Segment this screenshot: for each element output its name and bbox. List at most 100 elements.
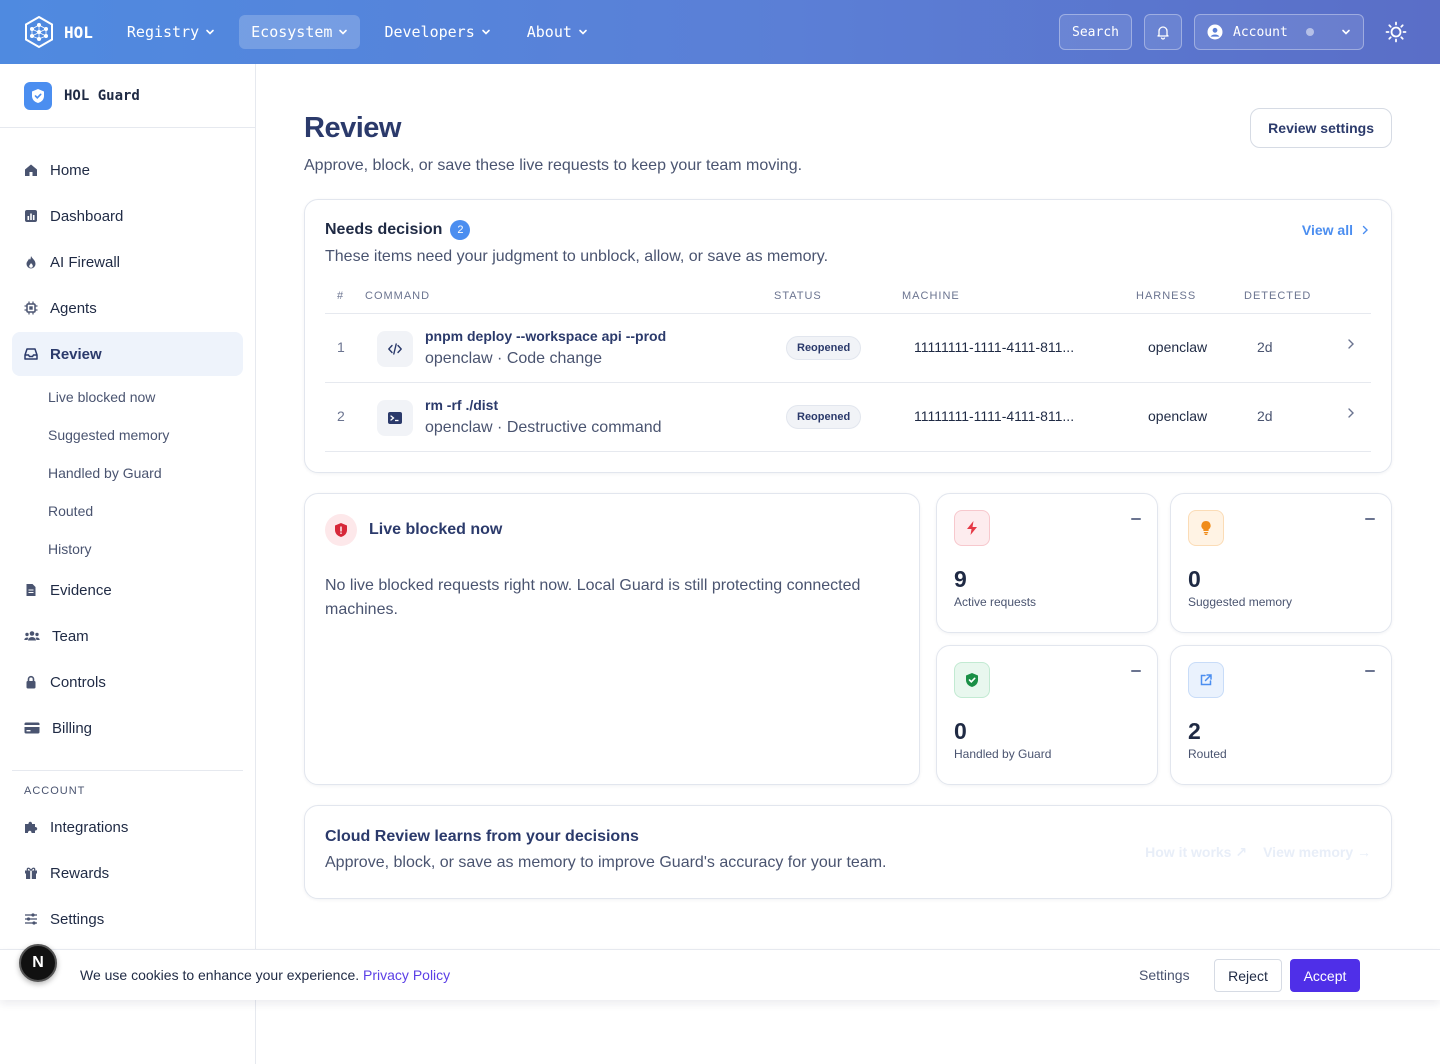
shield-icon	[24, 81, 52, 110]
code-icon	[377, 331, 413, 367]
sidebar-item-billing[interactable]: Billing	[12, 706, 243, 750]
cookie-accept-button[interactable]: Accept	[1290, 959, 1360, 992]
sidebar-item-team[interactable]: Team	[12, 614, 243, 658]
cookie-text: We use cookies to enhance your experienc…	[80, 967, 360, 983]
nav-ecosystem[interactable]: Ecosystem	[239, 15, 361, 49]
main-menu: Registry Ecosystem Developers About	[115, 15, 612, 49]
chevron-down-icon	[339, 29, 348, 35]
sidebar-divider	[12, 770, 243, 771]
sidebar-subitem-history[interactable]: History	[12, 530, 243, 568]
cookie-settings-button[interactable]: Settings	[1139, 967, 1190, 983]
page-title: Review	[304, 112, 401, 144]
machine-id: 11111111-1111-4111-811...	[914, 339, 1075, 355]
sidebar-subitem-live-blocked[interactable]: Live blocked now	[12, 378, 243, 416]
table-row[interactable]: 1 pnpm deploy --workspace api --prod ope…	[325, 314, 1371, 383]
sidebar-subitem-routed[interactable]: Routed	[12, 492, 243, 530]
view-memory-link[interactable]: View memory →	[1263, 844, 1371, 861]
page-subtitle: Approve, block, or save these live reque…	[304, 157, 803, 174]
nav-developers[interactable]: Developers	[372, 15, 502, 49]
nav-ecosystem-label: Ecosystem	[251, 23, 333, 41]
bell-icon	[1157, 26, 1169, 40]
sidebar-item-dashboard[interactable]: Dashboard	[12, 194, 243, 238]
shield-check-icon	[954, 662, 990, 698]
sidebar-item-label: Rewards	[50, 864, 110, 882]
privacy-policy-link[interactable]: Privacy Policy	[363, 967, 450, 983]
nav-actions: Search Account	[1059, 12, 1416, 52]
column-header-harness: HARNESS	[1136, 290, 1197, 302]
live-blocked-message: No live blocked requests right now. Loca…	[325, 577, 861, 618]
minus-icon[interactable]	[1365, 518, 1375, 520]
review-settings-button[interactable]: Review settings	[1250, 108, 1392, 148]
stat-value: 9	[954, 566, 967, 592]
sidebar-item-controls[interactable]: Controls	[12, 660, 243, 704]
cookie-reject-button[interactable]: Reject	[1214, 959, 1282, 992]
how-it-works-link[interactable]: How it works ↗	[1145, 844, 1247, 861]
stat-card-routed[interactable]: 2 Routed	[1170, 645, 1392, 785]
minus-icon[interactable]	[1365, 670, 1375, 672]
sidebar-item-label: Agents	[50, 299, 97, 317]
stat-label: Suggested memory	[1188, 595, 1293, 609]
gift-icon	[25, 867, 37, 879]
home-icon	[25, 164, 37, 176]
notifications-button[interactable]	[1144, 14, 1182, 50]
command-meta: openclaw · Code change	[425, 350, 603, 367]
sidebar-subitem-suggested-memory[interactable]: Suggested memory	[12, 416, 243, 454]
sidebar-item-rewards[interactable]: Rewards	[12, 851, 243, 895]
sidebar-item-ai-firewall[interactable]: AI Firewall	[12, 240, 243, 284]
view-all-label: View all	[1301, 222, 1353, 238]
table-row[interactable]: 2 rm -rf ./dist openclaw · Destructive c…	[325, 383, 1371, 452]
sidebar-brand[interactable]: HOL Guard	[0, 64, 255, 128]
chevron-right-icon[interactable]	[1347, 338, 1355, 350]
hol-logo[interactable]: HOL	[24, 16, 93, 48]
column-header-detected: DETECTED	[1244, 290, 1312, 302]
view-all-link[interactable]: View all	[1302, 222, 1369, 238]
chevron-down-icon	[206, 29, 214, 35]
sidebar-subitem-label: Routed	[48, 503, 94, 519]
cookie-banner: We use cookies to enhance your experienc…	[0, 949, 1440, 1000]
machine-id: 11111111-1111-4111-811...	[914, 408, 1075, 424]
detected-time: 2d	[1257, 408, 1273, 424]
document-icon	[26, 584, 36, 596]
sidebar-item-evidence[interactable]: Evidence	[12, 568, 243, 612]
bolt-icon	[954, 510, 990, 546]
lock-icon	[26, 675, 36, 689]
nav-registry[interactable]: Registry	[115, 15, 227, 49]
nav-about[interactable]: About	[515, 15, 600, 49]
account-label: Account	[1233, 24, 1288, 40]
sidebar-item-settings[interactable]: Settings	[12, 897, 243, 941]
minus-icon[interactable]	[1131, 518, 1141, 520]
detected-time: 2d	[1257, 339, 1273, 355]
account-button[interactable]: Account	[1194, 14, 1364, 50]
chevron-down-icon	[579, 29, 587, 35]
sidebar-subitem-handled-by-guard[interactable]: Handled by Guard	[12, 454, 243, 492]
chevron-down-icon	[1342, 29, 1350, 35]
flame-icon	[26, 256, 36, 269]
sidebar-subitem-label: Handled by Guard	[48, 465, 162, 481]
column-header-command: COMMAND	[365, 290, 431, 302]
nav-developers-label: Developers	[384, 23, 475, 41]
needs-decision-subtitle: These items need your judgment to unbloc…	[325, 248, 829, 265]
sidebar-item-home[interactable]: Home	[12, 148, 243, 192]
search-button[interactable]: Search	[1059, 14, 1132, 50]
stat-card-active-requests[interactable]: 9 Active requests	[936, 493, 1158, 633]
users-icon	[24, 631, 40, 641]
column-header-number: #	[337, 290, 345, 302]
sidebar-item-integrations[interactable]: Integrations	[12, 805, 243, 849]
stat-value: 0	[954, 718, 967, 744]
live-blocked-card: Live blocked now No live blocked request…	[304, 493, 920, 785]
nextjs-dev-badge[interactable]: N	[19, 944, 57, 982]
stat-card-suggested-memory[interactable]: 0 Suggested memory	[1170, 493, 1392, 633]
stat-value: 0	[1188, 566, 1201, 592]
sidebar-item-agents[interactable]: Agents	[12, 286, 243, 330]
count-badge: 2	[450, 220, 471, 240]
cookie-message: We use cookies to enhance your experienc…	[80, 967, 450, 983]
chevron-right-icon[interactable]	[1347, 407, 1355, 419]
harness-name: openclaw	[1148, 339, 1208, 355]
row-number: 2	[337, 408, 345, 424]
minus-icon[interactable]	[1131, 670, 1141, 672]
theme-toggle[interactable]	[1376, 12, 1416, 52]
sidebar-item-review[interactable]: Review	[12, 332, 243, 376]
needs-decision-title: Needs decision	[325, 221, 443, 238]
stat-card-handled-by-guard[interactable]: 0 Handled by Guard	[936, 645, 1158, 785]
sidebar: HOL Guard Home Dashboard AI Firewall Age…	[0, 64, 256, 1064]
